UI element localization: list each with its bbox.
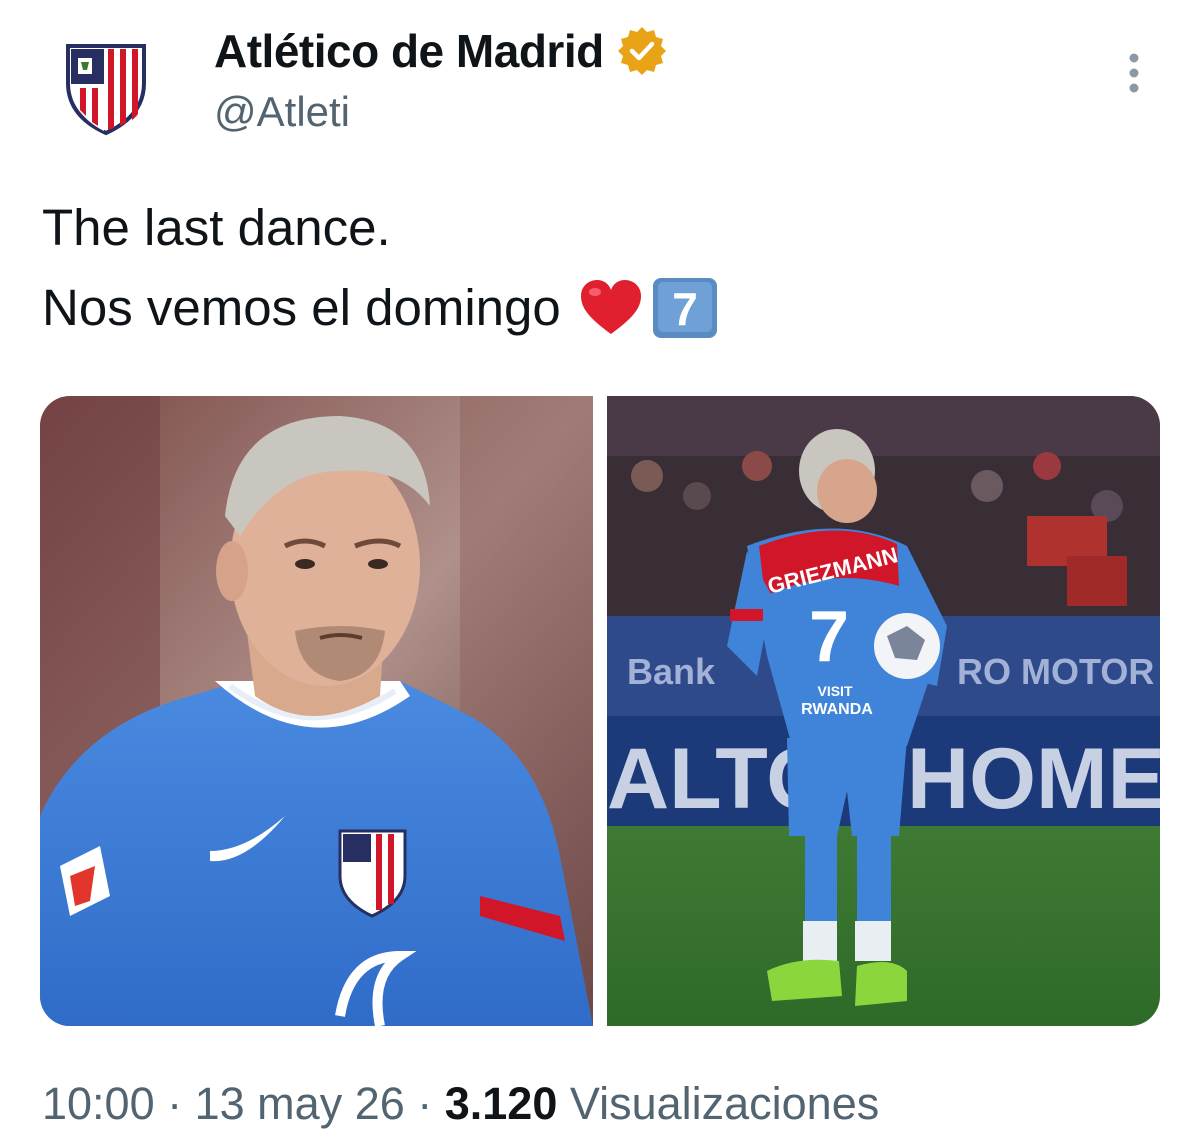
svg-text:7: 7 — [672, 283, 698, 335]
tweet-header: Atlético de Madrid @Atleti — [0, 0, 1200, 170]
author-display-name[interactable]: Atlético de Madrid — [214, 24, 604, 78]
views-count[interactable]: 3.120 — [445, 1078, 558, 1129]
tweet-line-2: Nos vemos el domingo 7 — [42, 268, 719, 348]
tweet-text: The last dance. Nos vemos el domingo 7 — [42, 188, 719, 348]
tweet-line-2-text: Nos vemos el domingo — [42, 279, 561, 336]
tweet-media: Bank RO MOTOR ALTO HOME GRIEZMANN 7 VISI… — [40, 396, 1160, 1026]
tweet-time[interactable]: 10:00 — [42, 1078, 155, 1129]
tweet-date[interactable]: 13 may 26 — [195, 1078, 405, 1129]
author-handle[interactable]: @Atleti — [214, 88, 350, 136]
author-name-row: Atlético de Madrid — [214, 24, 666, 78]
sponsor-text: RWANDA — [801, 701, 873, 718]
jersey-number: 7 — [809, 597, 849, 677]
meta-separator: · — [404, 1078, 445, 1129]
tweet-line-1: The last dance. — [42, 199, 391, 256]
views-label: Visualizaciones — [557, 1078, 880, 1129]
board-text-left: Bank — [627, 651, 716, 692]
board-big-right: HOME — [907, 731, 1160, 827]
tweet-meta: 10:00 · 13 may 26 · 3.120 Visualizacione… — [42, 1078, 879, 1130]
atletico-crest-icon[interactable] — [56, 28, 156, 138]
verified-badge-icon[interactable] — [617, 27, 666, 75]
more-vertical-icon[interactable] — [1118, 50, 1150, 98]
photo-back-view[interactable]: Bank RO MOTOR ALTO HOME GRIEZMANN 7 VISI… — [607, 396, 1160, 1026]
keycap-7-icon: 7 — [651, 276, 719, 340]
photo-portrait[interactable] — [40, 396, 593, 1026]
board-text-right: RO MOTOR — [957, 651, 1154, 692]
sponsor-small: VISIT — [817, 683, 852, 699]
meta-separator: · — [154, 1078, 195, 1129]
red-heart-icon — [579, 278, 643, 338]
